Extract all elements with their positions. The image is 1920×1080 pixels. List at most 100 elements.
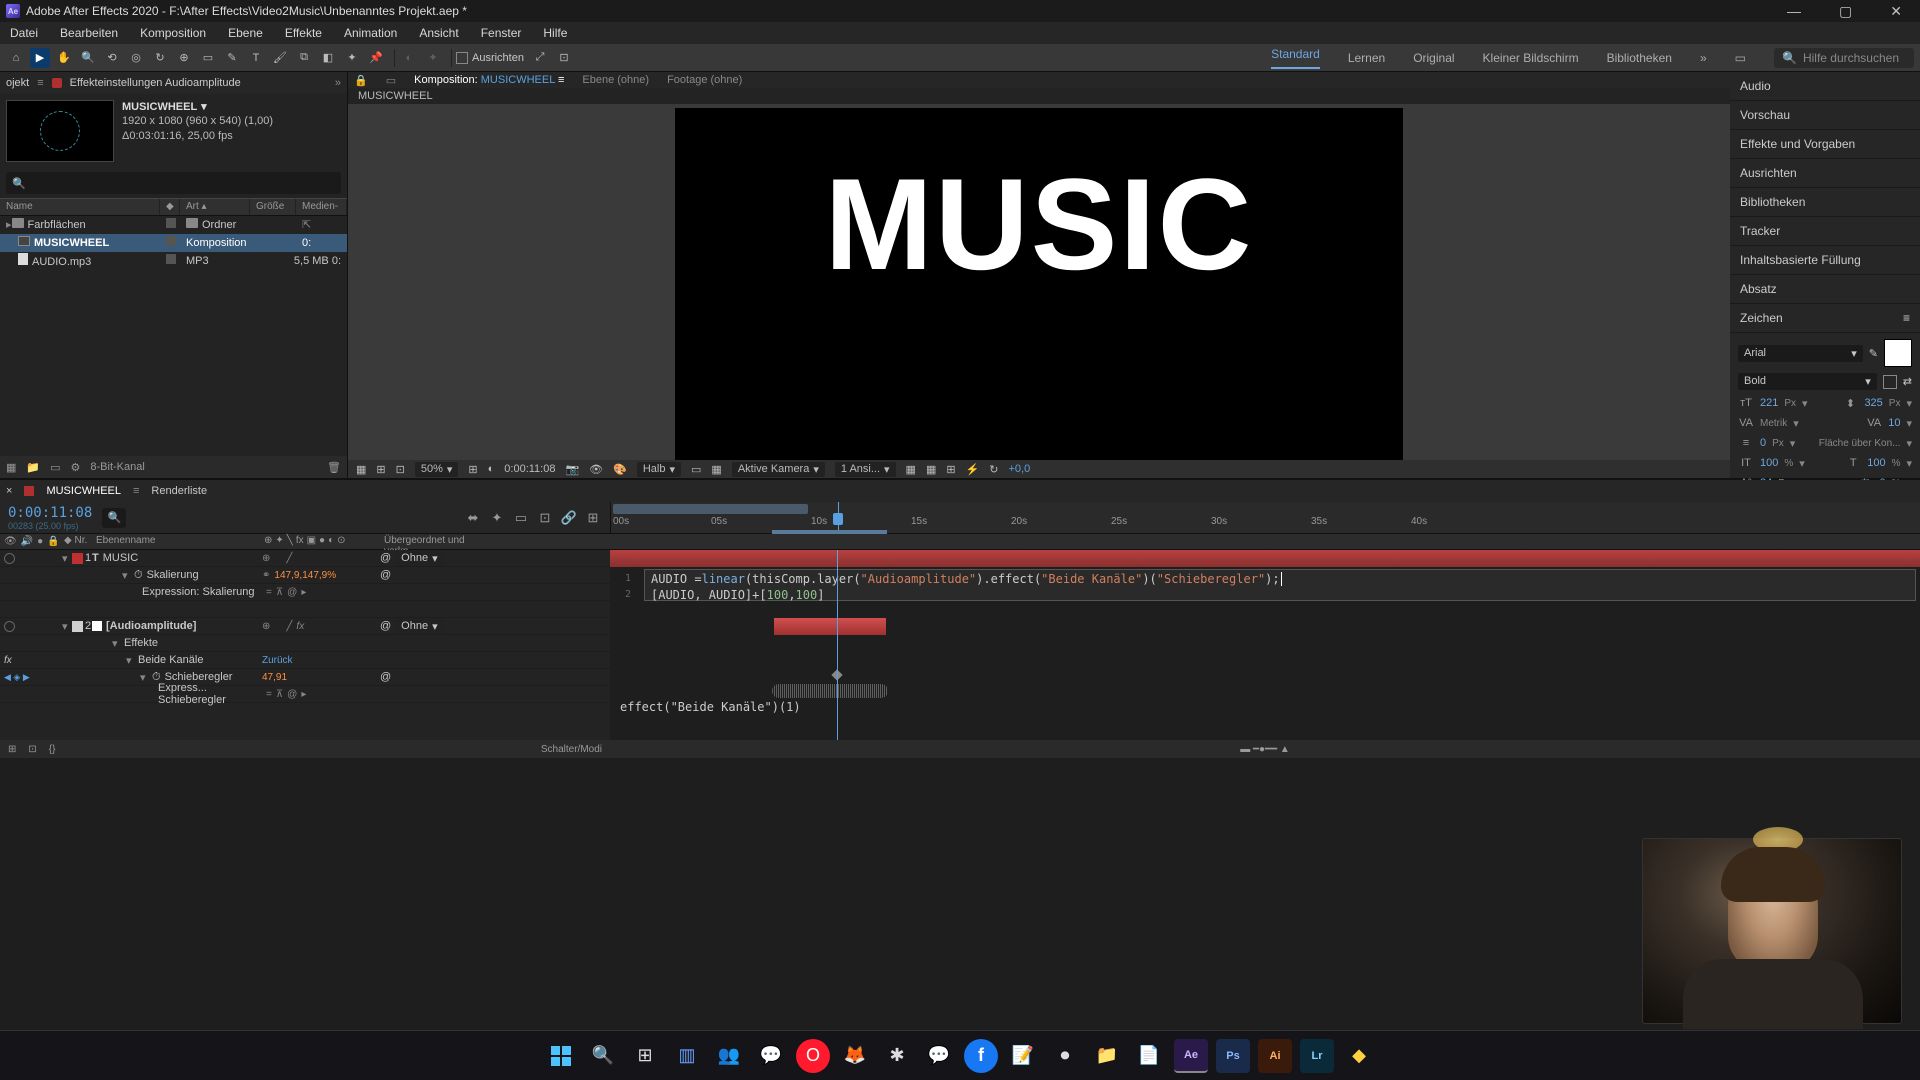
tl-ic1[interactable]: ⬌ (464, 509, 482, 527)
reset-link[interactable]: Zurück (262, 655, 293, 666)
renderqueue-tab[interactable]: Renderliste (151, 485, 207, 497)
resolution-dropdown[interactable]: Halb ▾ (637, 462, 681, 477)
camera-dropdown[interactable]: Aktive Kamera ▾ (732, 462, 825, 477)
tl-ic6[interactable]: ⊞ (584, 509, 602, 527)
help-search[interactable]: 🔍 Hilfe durchsuchen (1774, 48, 1914, 68)
menu-file[interactable]: Datei (6, 24, 42, 42)
label-swatch[interactable] (166, 254, 176, 264)
expr-pick-icon[interactable]: @ (287, 689, 297, 700)
expression-editor[interactable]: 1AUDIO =linear(thisComp.layer("Audioampl… (644, 569, 1916, 601)
parent-pick-icon[interactable]: @ (380, 620, 391, 632)
label-swatch[interactable] (166, 236, 176, 246)
shape-tool-icon[interactable]: ▭ (198, 48, 218, 68)
effect-controls-tab[interactable]: Effekteinstellungen Audioamplitude (70, 77, 241, 89)
panel-menu-icon[interactable]: ≡ (1903, 311, 1910, 325)
newfolder-icon[interactable]: 📁 (26, 461, 40, 474)
layer-bar-music[interactable] (610, 550, 1920, 567)
expr-lang-icon[interactable]: ▸ (301, 587, 306, 598)
facebook-icon[interactable]: f (964, 1039, 998, 1073)
foot-fast-icon[interactable]: ⚡ (966, 463, 980, 476)
stopwatch-icon[interactable]: ⏱ (134, 569, 143, 582)
comp-breadcrumb[interactable]: MUSICWHEEL (348, 88, 1730, 104)
settings-icon[interactable]: ⚙ (71, 461, 81, 474)
snap-opt-icon[interactable]: ⤢ (530, 48, 550, 68)
paragraph-panel-header[interactable]: Absatz (1730, 275, 1920, 304)
tl-ic3[interactable]: ▭ (512, 509, 530, 527)
stroke-width-value[interactable]: 0 (1760, 437, 1766, 449)
col-type[interactable]: Art ▴ (180, 199, 250, 215)
twirl-icon[interactable]: ▾ (62, 620, 70, 633)
link-icon[interactable]: ⇱ (302, 219, 311, 231)
pen-tool-icon[interactable]: ✎ (222, 48, 242, 68)
camera-tool-icon[interactable]: ◎ (126, 48, 146, 68)
slider-expression-text[interactable]: effect("Beide Kanäle")(1) (620, 700, 801, 714)
comp-lock-icon[interactable]: 🔒 (354, 74, 368, 87)
obs-icon[interactable]: ⏺ (1048, 1039, 1082, 1073)
expr-enable-icon[interactable]: = (266, 587, 272, 598)
foot-roi-icon[interactable]: ▭ (691, 463, 701, 476)
opera-icon[interactable]: O (796, 1039, 830, 1073)
notes-icon[interactable]: 📝 (1006, 1039, 1040, 1073)
workspace-reset-icon[interactable]: ▭ (1735, 51, 1746, 65)
trash-icon[interactable]: 🗑 (327, 461, 341, 474)
link-icon[interactable]: ⚭ (262, 570, 270, 581)
align-panel-header[interactable]: Ausrichten (1730, 159, 1920, 188)
layer-row-music[interactable]: ▾1 T MUSIC ⊕╱ @Ohne ▾ (0, 550, 610, 567)
expr-lang-icon[interactable]: ▸ (301, 689, 306, 700)
foot-refresh-icon[interactable]: ↻ (989, 463, 998, 476)
home-icon[interactable]: ⌂ (6, 48, 26, 68)
fill-swatch[interactable] (1884, 339, 1912, 367)
current-time[interactable]: 0:00:11:08 (8, 505, 92, 521)
kerning-value[interactable]: Metrik (1760, 418, 1787, 429)
effects-panel-header[interactable]: Effekte und Vorgaben (1730, 130, 1920, 159)
workspace-libraries[interactable]: Bibliotheken (1607, 51, 1672, 65)
slider-expression-row[interactable]: Express... Schieberegler =⊼@▸ (0, 686, 610, 703)
effects-group-row[interactable]: ▾ Effekte (0, 635, 610, 652)
maximize-icon[interactable]: ▢ (1831, 3, 1860, 20)
tl-foot-ic2[interactable]: ⊡ (28, 744, 36, 755)
foot-ic3[interactable]: ⊡ (396, 463, 405, 476)
twirl-icon[interactable]: ▾ (62, 552, 70, 565)
workspace-more-icon[interactable]: » (1700, 51, 1707, 65)
tool-opt1-icon[interactable]: ◐ (399, 48, 419, 68)
playhead-line[interactable] (837, 550, 838, 740)
effect-row-both-channels[interactable]: fx ▾ Beide Kanäle Zurück (0, 652, 610, 669)
tl-ic2[interactable]: ✦ (488, 509, 506, 527)
timeline-search[interactable]: 🔍 (102, 508, 126, 528)
visibility-toggle[interactable] (4, 621, 15, 632)
notepad-icon[interactable]: 📄 (1132, 1039, 1166, 1073)
expr-graph-icon[interactable]: ⊼ (276, 689, 283, 700)
expression-row-scale[interactable]: Expression: Skalierung =⊼@▸ (0, 584, 610, 601)
layer-name[interactable]: MUSIC (103, 552, 138, 564)
menu-edit[interactable]: Bearbeiten (56, 24, 122, 42)
clone-tool-icon[interactable]: ⧉ (294, 48, 314, 68)
rotate-tool-icon[interactable]: ↻ (150, 48, 170, 68)
snap-opt2-icon[interactable]: ⊡ (554, 48, 574, 68)
nr-col[interactable]: Nr. (74, 535, 87, 546)
whatsapp-icon[interactable]: 💬 (754, 1039, 788, 1073)
workspace-learn[interactable]: Lernen (1348, 51, 1385, 65)
tracking-value[interactable]: 10 (1888, 417, 1900, 429)
time-ruler[interactable]: 00s 05s 10s 15s 20s 25s 30s 35s 40s (610, 502, 1920, 533)
work-area[interactable] (613, 504, 808, 514)
hscale-value[interactable]: 100 (1867, 457, 1885, 469)
slider-value[interactable]: 47,91 (262, 672, 287, 683)
widgets-icon[interactable]: ▥ (670, 1039, 704, 1073)
lock-col-icon[interactable]: 🔒 (47, 536, 59, 547)
expr-pick-icon[interactable]: @ (287, 587, 297, 598)
character-panel-header[interactable]: Zeichen≡ (1730, 304, 1920, 333)
label-swatch[interactable] (166, 218, 176, 228)
zoom-dropdown[interactable]: 50% ▾ (415, 462, 459, 477)
foot-3d-icon[interactable]: ▦ (906, 463, 916, 476)
menu-window[interactable]: Fenster (477, 24, 526, 42)
foot-draft-icon[interactable]: ▦ (926, 463, 936, 476)
project-search[interactable]: 🔍 (6, 172, 341, 194)
libraries-panel-header[interactable]: Bibliotheken (1730, 188, 1920, 217)
preview-panel-header[interactable]: Vorschau (1730, 101, 1920, 130)
parent-dropdown[interactable]: Ohne ▾ (395, 551, 443, 566)
foot-ic1[interactable]: ▦ (356, 463, 366, 476)
tl-foot-ic3[interactable]: {} (49, 744, 56, 755)
text-tool-icon[interactable]: T (246, 48, 266, 68)
fill-over-stroke-select[interactable]: Fläche über Kon... (1819, 438, 1901, 449)
start-button[interactable] (544, 1039, 578, 1073)
